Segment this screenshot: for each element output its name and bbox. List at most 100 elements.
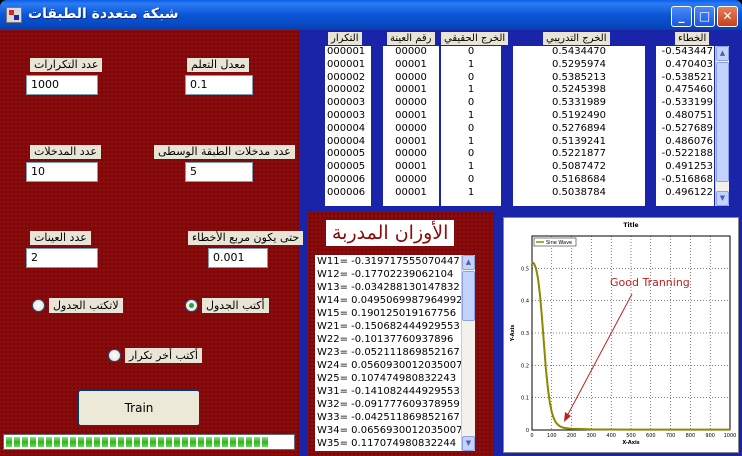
list-item[interactable]: 00001 (383, 59, 439, 72)
list-item[interactable]: 0.486076 (656, 136, 713, 149)
sample-list[interactable]: 00000 00001 00000 00001 00000 00001 00000 00001… (383, 46, 439, 206)
list-item[interactable]: 00000 (383, 174, 439, 187)
list-item[interactable]: 0.5385213 (513, 72, 645, 85)
write-table-option[interactable]: أكتب الجدول (185, 298, 269, 313)
error-list-scrollbar[interactable]: ▲ ▼ (715, 46, 729, 206)
list-item[interactable]: 1 (441, 136, 501, 149)
scroll-down-icon[interactable]: ▼ (462, 436, 475, 451)
list-item[interactable]: 0.5295974 (513, 59, 645, 72)
scroll-thumb[interactable] (716, 62, 729, 182)
list-item[interactable]: -0.538521 (656, 72, 713, 85)
iteration-list[interactable]: 000001 000001 000002 000002 000003 000003 0000… (325, 46, 371, 206)
list-item[interactable]: 0.470403 (656, 59, 713, 72)
minimize-button[interactable]: _ (671, 6, 692, 27)
list-item[interactable]: 0.5434470 (513, 46, 645, 59)
list-item[interactable]: 0.5139241 (513, 136, 645, 149)
list-item[interactable]: 0 (441, 72, 501, 85)
error-list[interactable]: -0.543447 0.470403 -0.538521 0.475460 -0.533… (656, 46, 714, 206)
list-item[interactable]: 00001 (383, 136, 439, 149)
list-item[interactable]: 00001 (383, 110, 439, 123)
actual-output-list[interactable]: 010101010101 (441, 46, 501, 206)
list-item[interactable]: 000001 (327, 59, 371, 72)
list-item[interactable]: 0 (441, 148, 501, 161)
list-item[interactable]: 1 (441, 84, 501, 97)
scroll-down-icon[interactable]: ▼ (716, 191, 729, 206)
list-item[interactable]: 00000 (383, 123, 439, 136)
list-item[interactable]: 000003 (327, 110, 371, 123)
list-item[interactable]: 000006 (327, 174, 371, 187)
no-table-option[interactable]: لاتكتب الجدول (32, 298, 123, 313)
error-target-input[interactable]: 0.001 (208, 248, 268, 268)
weight-item[interactable]: W25= 0.107474980832243 (315, 372, 475, 385)
maximize-button[interactable]: □ (694, 6, 715, 27)
hidden-inputs-input[interactable]: 5 (185, 162, 253, 182)
list-item[interactable]: 000002 (327, 84, 371, 97)
list-item[interactable]: 0.496122 (656, 187, 713, 200)
list-item[interactable]: 1 (441, 187, 501, 200)
weights-scrollbar[interactable]: ▲ ▼ (461, 255, 475, 451)
list-item[interactable]: 0.5038784 (513, 187, 645, 200)
list-item[interactable]: 0.5331989 (513, 97, 645, 110)
scroll-thumb[interactable] (462, 271, 475, 321)
list-item[interactable]: 000004 (327, 136, 371, 149)
list-item[interactable]: 00000 (383, 148, 439, 161)
list-item[interactable]: -0.516868 (656, 174, 713, 187)
list-item[interactable]: 0 (441, 123, 501, 136)
list-item[interactable]: 00001 (383, 161, 439, 174)
weight-item[interactable]: W24= 0.056093001203500​7 (315, 359, 475, 372)
list-item[interactable]: 00001 (383, 187, 439, 200)
list-item[interactable]: 0.5168684 (513, 174, 645, 187)
scroll-up-icon[interactable]: ▲ (716, 46, 729, 61)
list-item[interactable]: 000006 (327, 187, 371, 200)
list-item[interactable]: 1 (441, 110, 501, 123)
list-item[interactable]: 0.5087472 (513, 161, 645, 174)
weight-item[interactable]: W33= -0.042511869852167 (315, 411, 475, 424)
last-iteration-option[interactable]: أكتب أخر تكرار (108, 348, 202, 363)
list-item[interactable]: 0 (441, 46, 501, 59)
list-item[interactable]: -0.533199 (656, 97, 713, 110)
list-item[interactable]: -0.522188 (656, 148, 713, 161)
list-item[interactable]: 00001 (383, 84, 439, 97)
weight-item[interactable]: W23= -0.052111869852167 (315, 346, 475, 359)
scroll-up-icon[interactable]: ▲ (462, 255, 475, 270)
last-iteration-radio[interactable] (108, 349, 121, 362)
list-item[interactable]: 000005 (327, 161, 371, 174)
list-item[interactable]: -0.543447 (656, 46, 713, 59)
weight-item[interactable]: W14= 0.049506998796499​2 (315, 294, 475, 307)
weights-list[interactable]: W11= -0.319717555070447 W12= -0.177022390… (315, 255, 475, 451)
list-item[interactable]: 0.491253 (656, 161, 713, 174)
samples-input[interactable]: 2 (26, 248, 98, 268)
list-item[interactable]: 0.480751 (656, 110, 713, 123)
iterations-input[interactable]: 1000 (26, 75, 98, 95)
weight-item[interactable]: W35= 0.117074980832244 (315, 437, 475, 450)
list-item[interactable]: 0.5221877 (513, 148, 645, 161)
close-button[interactable]: ✕ (717, 6, 738, 27)
no-table-radio[interactable] (32, 299, 45, 312)
list-item[interactable]: 00000 (383, 97, 439, 110)
inputs-count-input[interactable]: 10 (26, 162, 98, 182)
list-item[interactable]: 000003 (327, 97, 371, 110)
weight-item[interactable]: W22= -0.10137760937896 (315, 333, 475, 346)
write-table-radio[interactable] (185, 299, 198, 312)
weight-item[interactable]: W31= -0.141082444929553 (315, 385, 475, 398)
app-icon[interactable] (6, 7, 22, 23)
list-item[interactable]: 0.5245398 (513, 84, 645, 97)
weight-item[interactable]: W34= 0.065693001203500​7 (315, 424, 475, 437)
training-output-list[interactable]: 0.5434470 0.5295974 0.5385213 0.5245398 0.53… (513, 46, 645, 206)
list-item[interactable]: 000004 (327, 123, 371, 136)
weight-item[interactable]: W11= -0.319717555070447 (315, 255, 475, 268)
list-item[interactable]: 00000 (383, 46, 439, 59)
learning-rate-input[interactable]: 0.1 (185, 75, 253, 95)
list-item[interactable]: 000001 (327, 46, 371, 59)
list-item[interactable]: 0.475460 (656, 84, 713, 97)
list-item[interactable]: 1 (441, 59, 501, 72)
weight-item[interactable]: W13= -0.03428813014783​2 (315, 281, 475, 294)
list-item[interactable]: 0 (441, 174, 501, 187)
list-item[interactable]: 1 (441, 161, 501, 174)
list-item[interactable]: 000002 (327, 72, 371, 85)
weight-item[interactable]: W15= 0.190125019167756 (315, 307, 475, 320)
list-item[interactable]: 00000 (383, 72, 439, 85)
weight-item[interactable]: W12= -0.17702239062104 (315, 268, 475, 281)
list-item[interactable]: -0.527689 (656, 123, 713, 136)
weight-item[interactable]: W21= -0.150682444929553 (315, 320, 475, 333)
